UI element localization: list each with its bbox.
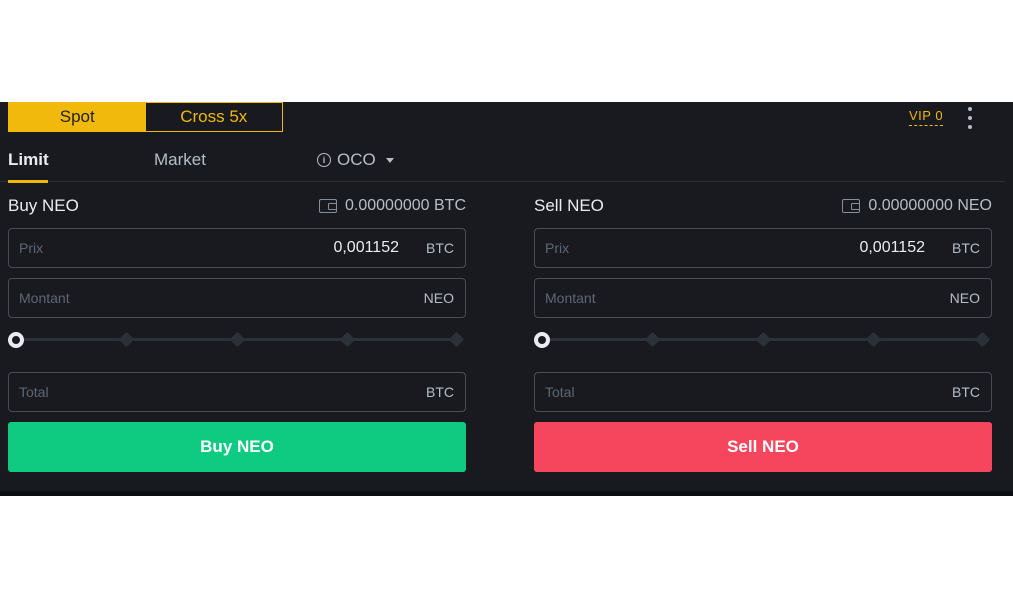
order-type-tabs: Limit Market i OCO <box>0 146 1005 183</box>
buy-balance-value: 0.00000000 BTC <box>345 197 466 214</box>
sell-button[interactable]: Sell NEO <box>534 422 992 472</box>
sell-total-input[interactable]: Total BTC <box>534 372 992 412</box>
buy-button[interactable]: Buy NEO <box>8 422 466 472</box>
buy-amount-placeholder: Montant <box>19 290 70 306</box>
sell-amount-input[interactable]: Montant NEO <box>534 278 992 318</box>
slider-stop[interactable] <box>644 331 661 348</box>
vip-level[interactable]: VIP 0 <box>909 108 944 126</box>
buy-price-input[interactable]: Prix 0,001152 BTC <box>8 228 466 268</box>
tab-market[interactable]: Market <box>154 150 206 170</box>
sell-price-input[interactable]: Prix 0,001152 BTC <box>534 228 992 268</box>
slider-handle[interactable] <box>8 332 24 348</box>
margin-mode-toggle: Spot Cross 5x <box>8 102 283 132</box>
sell-price-placeholder: Prix <box>545 240 570 256</box>
buy-form: Buy NEO 0.00000000 BTC Prix 0,001152 BTC… <box>8 194 466 472</box>
slider-handle[interactable] <box>534 332 550 348</box>
slider-stop[interactable] <box>865 331 882 348</box>
sell-title: Sell NEO <box>534 196 604 215</box>
more-vertical-icon[interactable] <box>964 107 976 129</box>
tab-oco-label: OCO <box>337 150 376 169</box>
buy-title: Buy NEO <box>8 196 79 215</box>
buy-price-placeholder: Prix <box>19 240 44 256</box>
buy-total-unit: BTC <box>426 384 454 400</box>
sell-form: Sell NEO 0.00000000 NEO Prix 0,001152 BT… <box>534 194 992 472</box>
buy-total-placeholder: Total <box>19 384 49 400</box>
sell-total-placeholder: Total <box>545 384 575 400</box>
wallet-icon <box>842 199 861 213</box>
tab-limit[interactable]: Limit <box>8 150 49 183</box>
sell-balance: 0.00000000 NEO <box>842 197 992 215</box>
slider-stop[interactable] <box>974 331 991 348</box>
spot-button[interactable]: Spot <box>9 103 146 131</box>
buy-balance: 0.00000000 BTC <box>319 197 466 215</box>
slider-stop[interactable] <box>229 331 246 348</box>
buy-amount-input[interactable]: Montant NEO <box>8 278 466 318</box>
sell-percent-slider[interactable] <box>534 330 992 348</box>
slider-stop[interactable] <box>755 331 772 348</box>
buy-price-unit: BTC <box>426 240 454 256</box>
wallet-icon <box>319 199 338 213</box>
slider-stop[interactable] <box>448 331 465 348</box>
cross-margin-button[interactable]: Cross 5x <box>145 103 282 131</box>
sell-price-unit: BTC <box>952 240 980 256</box>
sell-balance-value: 0.00000000 NEO <box>868 197 992 214</box>
info-icon[interactable]: i <box>317 153 331 167</box>
buy-price-value: 0,001152 <box>333 239 399 256</box>
trade-panel: Spot Cross 5x VIP 0 Limit Market i OCO B… <box>0 102 1013 496</box>
buy-percent-slider[interactable] <box>8 330 466 348</box>
sell-price-value: 0,001152 <box>859 239 925 256</box>
tab-oco[interactable]: i OCO <box>317 150 394 170</box>
panel-bottom-edge <box>0 491 1013 496</box>
slider-stop[interactable] <box>339 331 356 348</box>
sell-amount-placeholder: Montant <box>545 290 596 306</box>
slider-stop[interactable] <box>118 331 135 348</box>
sell-total-unit: BTC <box>952 384 980 400</box>
chevron-down-icon <box>385 157 394 163</box>
buy-amount-unit: NEO <box>423 290 454 306</box>
buy-total-input[interactable]: Total BTC <box>8 372 466 412</box>
sell-amount-unit: NEO <box>949 290 980 306</box>
